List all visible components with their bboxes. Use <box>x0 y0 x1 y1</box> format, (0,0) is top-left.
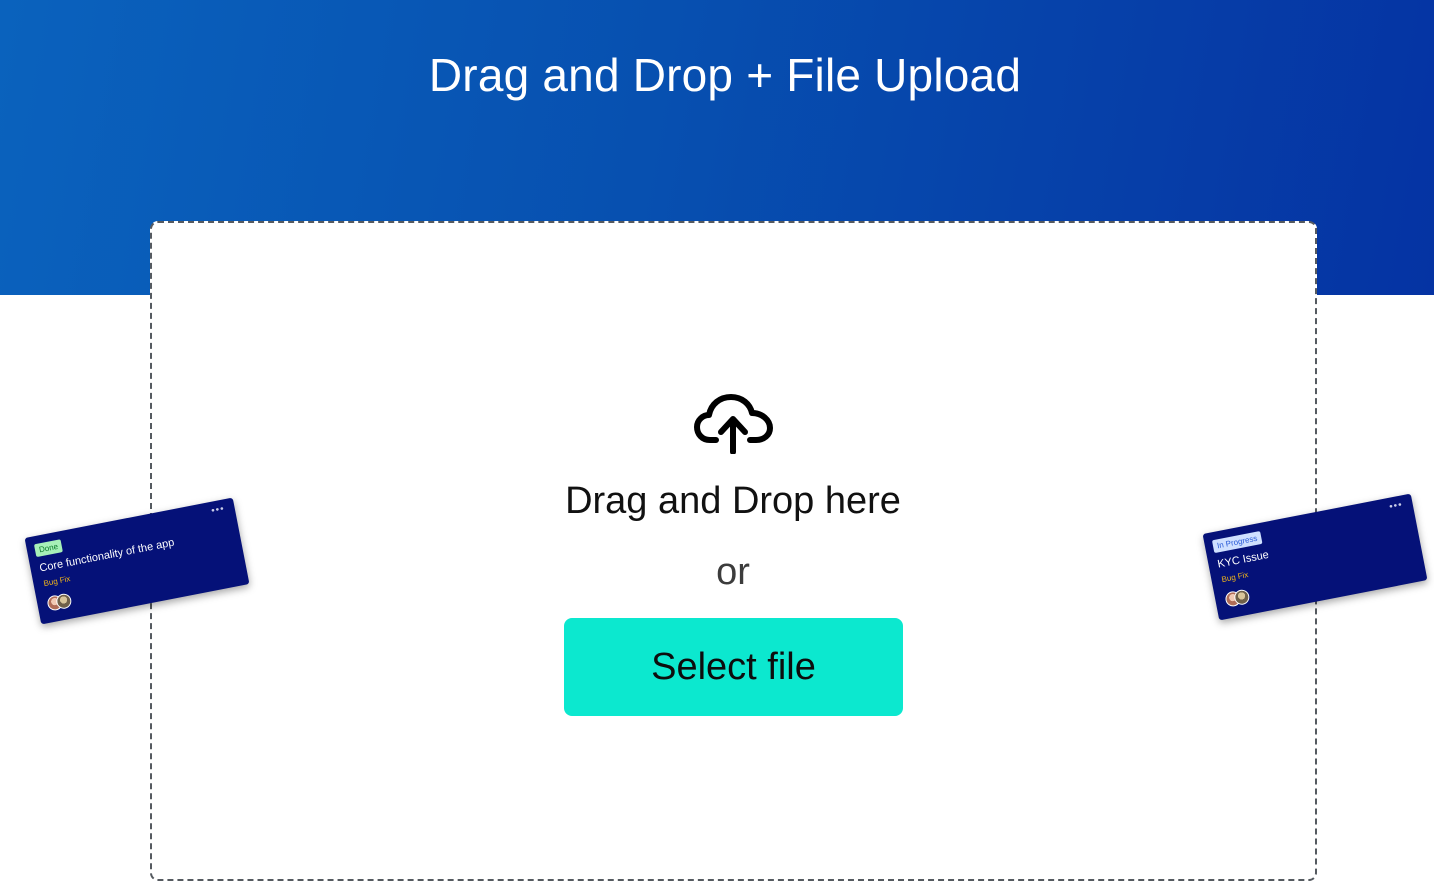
card-avatars <box>1224 586 1260 608</box>
select-file-button[interactable]: Select file <box>564 618 903 716</box>
card-title: KYC Issue <box>1216 548 1270 571</box>
card-menu-icon[interactable]: ••• <box>1388 499 1403 512</box>
card-tag: Bug Fix <box>42 574 72 589</box>
status-badge: In Progress <box>1211 531 1263 554</box>
or-separator: or <box>716 551 750 593</box>
page-title: Drag and Drop + File Upload <box>428 49 1022 101</box>
cloud-upload-icon <box>694 394 773 454</box>
card-tag: Bug Fix <box>1220 570 1250 585</box>
drop-prompt: Drag and Drop here <box>565 480 901 522</box>
status-badge: Done <box>33 539 64 558</box>
card-avatars <box>46 590 82 612</box>
card-menu-icon[interactable]: ••• <box>210 503 225 516</box>
